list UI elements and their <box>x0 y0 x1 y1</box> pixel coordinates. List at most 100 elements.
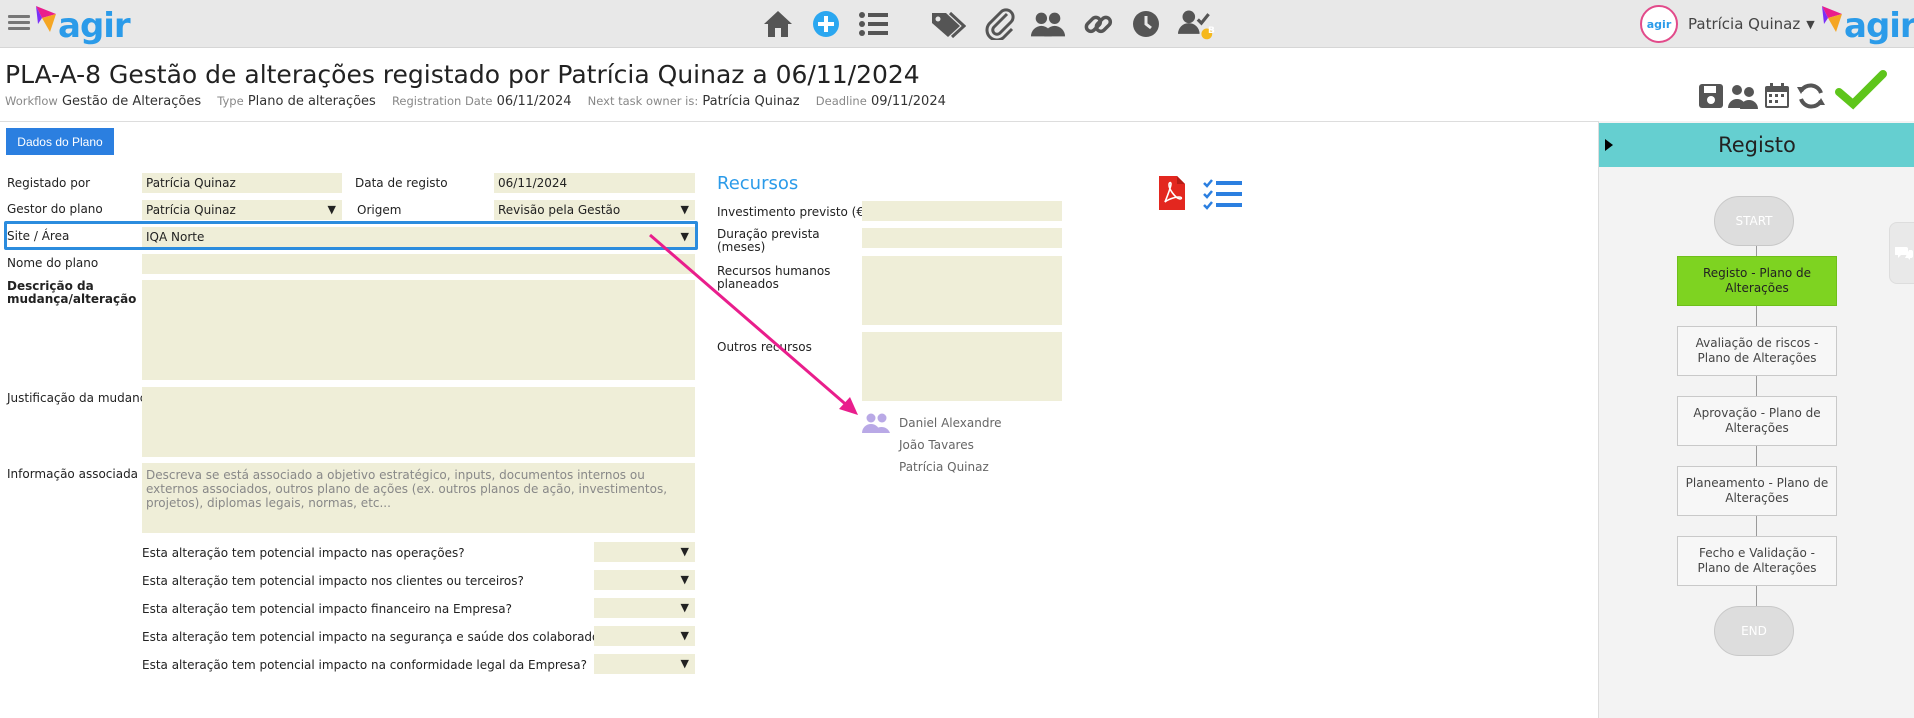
impact-select-financeiro[interactable]: ▼ <box>594 598 695 618</box>
user-name: Patrícia Quinaz <box>1688 15 1801 33</box>
workflow-connector <box>1756 446 1757 466</box>
registado-por-field: Patrícia Quinaz <box>142 173 342 193</box>
workflow-panel: Registo START Registo - Plano de Alteraç… <box>1598 121 1914 718</box>
agir-logo[interactable]: agir <box>34 2 131 46</box>
question-conformidade: Esta alteração tem potencial impacto na … <box>142 658 587 672</box>
chevron-down-icon: ▼ <box>680 629 689 642</box>
meta-value-deadline: 09/11/2024 <box>870 94 946 109</box>
calendar-icon[interactable] <box>1759 78 1795 114</box>
meta-value-type: Plano de alterações <box>247 94 376 109</box>
site-area-highlight <box>4 221 698 250</box>
paperclip-icon[interactable] <box>982 6 1018 42</box>
justificacao-textarea[interactable] <box>142 387 695 457</box>
rh-textarea[interactable] <box>862 256 1062 325</box>
label-descricao: Descrição da mudança/alteração <box>7 279 137 306</box>
chevron-down-icon: ▼ <box>1806 17 1815 31</box>
pdf-icon[interactable] <box>1157 174 1187 216</box>
add-circle-icon[interactable] <box>808 6 844 42</box>
chat-side-tab[interactable] <box>1889 222 1914 284</box>
users-icon[interactable] <box>1030 6 1066 42</box>
workflow-connector <box>1756 376 1757 396</box>
user-menu[interactable]: agir Patrícia Quinaz ▼ <box>1640 4 1815 44</box>
logo-text: agir <box>1844 6 1914 46</box>
label-justificacao: Justificação da mudança <box>7 391 154 405</box>
impact-select-clientes[interactable]: ▼ <box>594 570 695 590</box>
refresh-icon[interactable] <box>1793 78 1829 114</box>
header-meta: Workflow Gestão de Alterações Type Plano… <box>5 94 958 109</box>
workflow-connector <box>1756 306 1757 326</box>
meta-label-next-owner: Next task owner is: <box>587 94 699 108</box>
chat-icon <box>1895 247 1913 260</box>
chevron-down-icon: ▼ <box>680 545 689 558</box>
responsavel-1: João Tavares <box>899 438 974 452</box>
workflow-step-planeamento[interactable]: Planeamento - Plano de Alterações <box>1677 466 1837 516</box>
list-icon[interactable] <box>856 6 892 42</box>
submit-check-icon[interactable] <box>1833 70 1889 110</box>
tags-icon[interactable] <box>930 6 966 42</box>
label-origem: Origem <box>357 203 402 217</box>
tab-dados-do-plano[interactable]: Dados do Plano <box>6 128 114 155</box>
label-data-registo: Data de registo <box>355 176 448 190</box>
responsavel-2: Patrícia Quinaz <box>899 460 989 474</box>
annotation-arrow <box>649 233 858 415</box>
workflow-connector <box>1756 586 1757 606</box>
recursos-title: Recursos <box>717 173 799 194</box>
header-divider <box>0 121 1598 122</box>
chevron-down-icon: ▼ <box>680 657 689 670</box>
workflow-step-fecho[interactable]: Fecho e Validação - Plano de Alterações <box>1677 536 1837 586</box>
workflow-title: Registo <box>1718 133 1796 157</box>
chevron-down-icon: ▼ <box>680 573 689 586</box>
workflow-step-aprovacao[interactable]: Aprovação - Plano de Alterações <box>1677 396 1837 446</box>
question-operacoes: Esta alteração tem potencial impacto nas… <box>142 546 465 560</box>
workflow-step-avaliacao[interactable]: Avaliação de riscos - Plano de Alteraçõe… <box>1677 326 1837 376</box>
checklist-icon[interactable] <box>1203 178 1243 214</box>
workflow-start: START <box>1714 196 1794 246</box>
label-registado-por: Registado por <box>7 176 91 190</box>
duracao-input[interactable] <box>862 228 1062 248</box>
question-clientes: Esta alteração tem potencial impacto nos… <box>142 574 524 588</box>
workflow-header[interactable]: Registo <box>1599 123 1914 167</box>
meta-label-type: Type <box>217 94 244 108</box>
chevron-down-icon: ▼ <box>327 203 336 216</box>
question-financeiro: Esta alteração tem potencial impacto fin… <box>142 602 512 616</box>
investimento-input[interactable] <box>862 201 1062 221</box>
data-registo-field: 06/11/2024 <box>494 173 695 193</box>
top-bar: agir B agir Patrícia Quinaz ▼ agir <box>0 0 1914 48</box>
notification-badge: B <box>1208 26 1215 36</box>
save-icon[interactable] <box>1693 78 1729 114</box>
gestor-select[interactable]: Patrícia Quinaz ▼ <box>142 200 342 220</box>
workflow-connector <box>1756 516 1757 536</box>
impact-select-operacoes[interactable]: ▼ <box>594 542 695 562</box>
impact-select-seguranca[interactable]: ▼ <box>594 626 695 646</box>
user-check-icon[interactable]: B <box>1178 6 1215 42</box>
clock-icon[interactable] <box>1128 6 1164 42</box>
link-icon[interactable] <box>1080 6 1116 42</box>
workflow-connector <box>1756 246 1757 256</box>
meta-label-deadline: Deadline <box>815 94 867 108</box>
impact-select-conformidade[interactable]: ▼ <box>594 654 695 674</box>
descricao-textarea[interactable] <box>142 280 695 380</box>
label-informacao: Informação associada <box>7 467 139 481</box>
meta-value-registration-date: 06/11/2024 <box>496 94 572 109</box>
page-title: PLA-A-8 Gestão de alterações registado p… <box>5 60 920 89</box>
hamburger-menu-icon[interactable] <box>8 12 30 34</box>
workflow-end: END <box>1714 606 1794 656</box>
workflow-step-registo[interactable]: Registo - Plano de Alterações <box>1677 256 1837 306</box>
chevron-down-icon: ▼ <box>680 203 689 216</box>
nome-plano-input[interactable] <box>142 254 695 274</box>
question-seguranca: Esta alteração tem potencial impacto na … <box>142 630 625 644</box>
responsavel-0: Daniel Alexandre <box>899 416 1002 430</box>
home-icon[interactable] <box>760 6 796 42</box>
origem-select[interactable]: Revisão pela Gestão ▼ <box>494 200 695 220</box>
meta-label-registration-date: Registration Date <box>391 94 493 108</box>
label-nome-do-plano: Nome do plano <box>7 256 99 270</box>
meta-value-workflow: Gestão de Alterações <box>61 94 202 109</box>
meta-value-next-owner: Patrícia Quinaz <box>702 94 800 109</box>
app-root: agir B agir Patrícia Quinaz ▼ agir PLA-A… <box>0 0 1914 718</box>
chevron-down-icon: ▼ <box>680 601 689 614</box>
avatar: agir <box>1640 5 1678 43</box>
outros-textarea[interactable] <box>862 332 1062 401</box>
assign-users-icon[interactable] <box>1725 78 1761 114</box>
informacao-textarea[interactable]: Descreva se está associado a objetivo es… <box>142 463 695 533</box>
label-investimento: Investimento previsto (€) <box>717 205 869 219</box>
